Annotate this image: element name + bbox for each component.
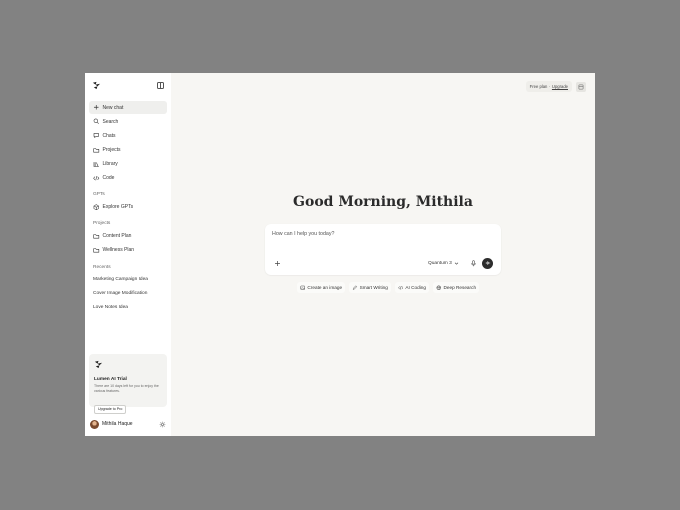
model-name: Quantum 3 (428, 260, 452, 266)
voice-mode-button[interactable] (482, 257, 493, 269)
sidebar-item-label: Wellness Plan (102, 247, 135, 254)
sidebar-item-projects[interactable]: Projects (89, 143, 167, 156)
microphone-button[interactable] (468, 258, 478, 268)
microphone-icon (470, 259, 476, 266)
sidebar-item-project-content-plan[interactable]: Content Plan (89, 229, 167, 242)
waveform-icon (485, 261, 490, 265)
search-icon (93, 119, 99, 125)
code-icon (398, 285, 404, 290)
sidebar-item-search[interactable]: Search (89, 115, 167, 128)
profile-row[interactable]: Mithila Haque (89, 418, 167, 430)
sidebar-item-library[interactable]: Library (89, 157, 167, 170)
upgrade-to-pro-button[interactable]: Upgrade to Pro (94, 404, 127, 414)
logo-icon (92, 81, 101, 89)
chip-ai-coding[interactable]: AI Coding (394, 282, 429, 293)
collapse-sidebar-icon[interactable] (157, 81, 164, 89)
avatar (90, 419, 99, 429)
sidebar-item-label: Chats (102, 132, 116, 139)
pen-icon (352, 285, 358, 290)
gear-icon[interactable] (159, 421, 166, 428)
cube-icon (93, 204, 99, 210)
sidebar-item-chats[interactable]: Chats (89, 129, 167, 142)
recent-chat-item[interactable]: Love Notes Idea (89, 301, 167, 314)
profile-name: Mithila Haque (102, 421, 133, 427)
trial-card: Lumen AI Trial There are 10 days left fo… (89, 354, 167, 414)
sidebar-item-label: Content Plan (102, 232, 132, 239)
sidebar-item-label: New chat (102, 104, 124, 111)
folder-icon (93, 248, 100, 253)
chip-deep-research[interactable]: Deep Research (432, 282, 480, 293)
sidebar-item-new-chat[interactable]: New chat (89, 101, 167, 114)
recents-section-label: Recents (93, 264, 111, 270)
sidebar-item-label: Search (102, 118, 119, 125)
chip-label: Deep Research (443, 285, 477, 290)
chevron-down-icon (454, 262, 458, 265)
library-icon (93, 161, 99, 167)
model-selector[interactable]: Quantum 3 (428, 258, 459, 268)
chip-label: Smart Writing (359, 285, 388, 290)
chip-create-image[interactable]: Create an image (296, 282, 346, 293)
sidebar-item-label: Projects (102, 146, 121, 153)
top-right-controls: Free plan · Upgrade (525, 81, 586, 92)
recent-chat-item[interactable]: Cover Image Modification (89, 287, 167, 300)
recent-chat-item[interactable]: Marketing Campaign Idea (89, 273, 167, 286)
image-icon (300, 285, 305, 290)
trial-description: There are 10 days left for you to enjoy … (94, 384, 159, 393)
sidebar-item-explore-gpts[interactable]: Explore GPTs (89, 200, 167, 213)
sidebar-header (89, 79, 167, 91)
projects-section-label: Projects (93, 221, 111, 227)
app-window: New chat Search Chats Projects Library C… (85, 73, 595, 436)
chat-bubble-icon (93, 133, 99, 139)
plus-icon (274, 260, 280, 266)
prompt-composer: Quantum 3 (265, 224, 501, 275)
code-icon (93, 175, 100, 181)
prompt-input[interactable] (272, 231, 492, 237)
plan-badge: Free plan · Upgrade (525, 81, 572, 92)
sidebar: New chat Search Chats Projects Library C… (85, 73, 171, 436)
globe-icon (436, 285, 441, 290)
sidebar-item-label: Code (102, 174, 115, 181)
sidebar-item-label: Library (102, 160, 118, 167)
panel-icon (578, 84, 584, 89)
plus-icon (93, 105, 99, 110)
chip-smart-writing[interactable]: Smart Writing (349, 282, 391, 293)
main-area: Free plan · Upgrade Good Morning, Mithil… (171, 73, 595, 436)
logo-icon (94, 360, 103, 369)
settings-panel-button[interactable] (576, 81, 586, 92)
suggestion-chips: Create an image Smart Writing AI Coding … (171, 282, 595, 293)
folder-icon (93, 147, 100, 153)
greeting-heading: Good Morning, Mithila (293, 194, 473, 210)
chip-label: AI Coding (405, 285, 426, 290)
plan-text: Free plan · (529, 84, 550, 89)
folder-icon (93, 234, 100, 239)
chip-label: Create an image (307, 285, 343, 290)
sidebar-item-code[interactable]: Code (89, 171, 167, 184)
sidebar-item-label: Explore GPTs (102, 203, 134, 210)
trial-title: Lumen AI Trial (94, 377, 127, 382)
sidebar-item-project-wellness-plan[interactable]: Wellness Plan (89, 244, 167, 257)
attach-button[interactable] (272, 258, 282, 268)
gpts-section-label: GPTs (93, 192, 105, 198)
upgrade-link[interactable]: Upgrade (552, 84, 568, 89)
